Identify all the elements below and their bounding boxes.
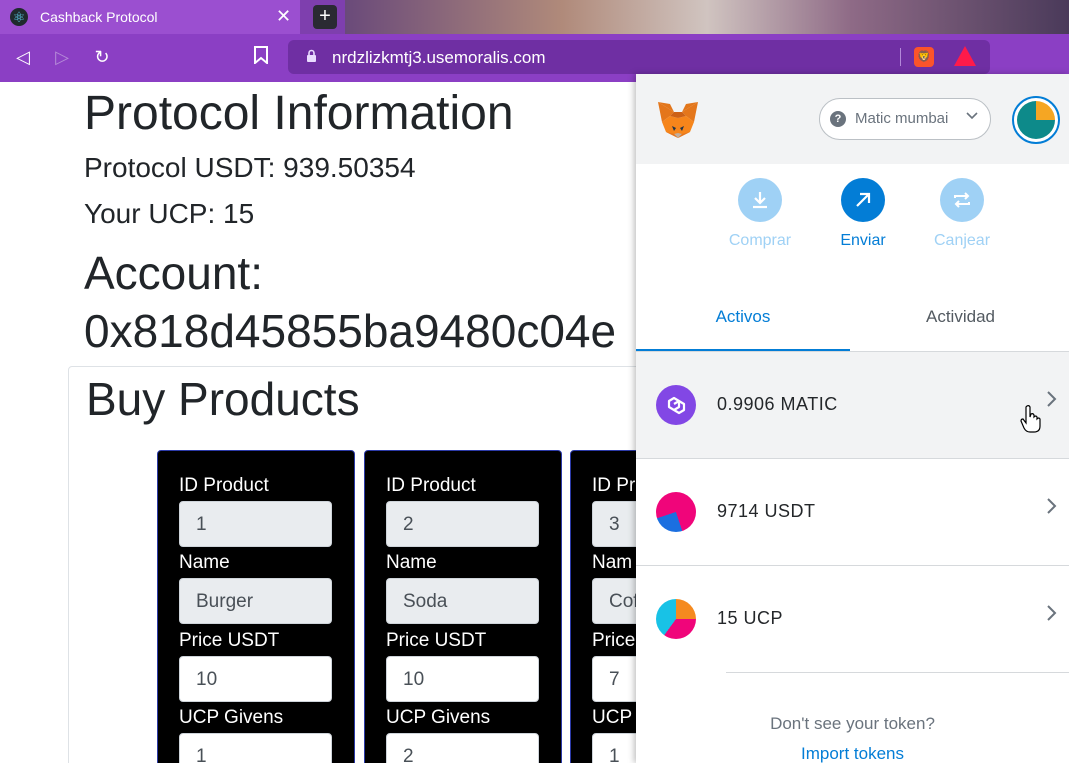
asset-list-divider [726, 672, 1069, 673]
buy-label: Comprar [728, 232, 792, 249]
tab-strip: ⚛ Cashback Protocol ✕ + [0, 0, 1069, 34]
wallet-actions: Comprar Enviar Canjear [636, 164, 1069, 264]
price-usdt-label: Price USDT [179, 630, 280, 651]
id-product-label: ID Product [386, 475, 476, 496]
name-field[interactable]: Soda [386, 578, 539, 624]
price-usdt-field[interactable]: 10 [386, 656, 539, 702]
download-icon [738, 178, 782, 222]
name-label: Nam [592, 552, 633, 573]
id-product-label: ID Product [179, 475, 269, 496]
chevron-right-icon [1046, 604, 1058, 628]
network-help-icon: ? [830, 111, 846, 127]
chevron-down-icon [965, 108, 979, 125]
account-label: Account: [84, 247, 263, 299]
your-ucp-text: Your UCP: 15 [84, 198, 255, 229]
buy-products-title: Buy Products [86, 373, 360, 425]
swap-button[interactable]: Canjear [917, 178, 1007, 258]
import-tokens-link[interactable]: Import tokens [636, 744, 1069, 763]
name-field[interactable]: Burger [179, 578, 332, 624]
network-name: Matic mumbai [855, 110, 949, 127]
chevron-right-icon [1046, 497, 1058, 521]
ucp-givens-field[interactable]: 1 [179, 733, 332, 763]
new-tab-button[interactable]: + [313, 5, 337, 29]
matic-icon [656, 385, 696, 425]
ucp-givens-label: UCP Givens [386, 707, 491, 728]
asset-row-ucp[interactable]: 15 UCP [636, 566, 1069, 672]
lock-icon [306, 49, 317, 66]
swap-label: Canjear [933, 232, 991, 249]
metamask-header: ? Matic mumbai [636, 74, 1069, 164]
bookmark-glyph [254, 46, 268, 66]
metamask-popup: ? Matic mumbai Comprar Enviar Canjear Ac… [636, 74, 1069, 763]
asset-amount: 15 UCP [717, 608, 784, 628]
asset-row-usdt[interactable]: 9714 USDT [636, 459, 1069, 566]
ucp-givens-field[interactable]: 2 [386, 733, 539, 763]
hand-cursor-icon [1020, 405, 1041, 433]
network-selector[interactable]: ? Matic mumbai [819, 98, 991, 140]
asset-amount: 9714 USDT [717, 501, 816, 521]
account-avatar[interactable] [1012, 96, 1060, 144]
price-usdt-label: Price USDT [386, 630, 487, 651]
name-label: Name [179, 552, 230, 573]
tab-assets-label: Activos [715, 307, 771, 326]
jazzicon [1017, 101, 1055, 139]
tab-activity[interactable]: Actividad [852, 289, 1069, 349]
swap-icon [940, 178, 984, 222]
id-product-field[interactable]: 2 [386, 501, 539, 547]
name-label: Name [386, 552, 437, 573]
send-label: Enviar [840, 232, 886, 249]
browser-tab[interactable]: ⚛ Cashback Protocol ✕ [0, 0, 300, 34]
ucp-givens-label: UCP [592, 707, 633, 728]
chevron-right-icon [1046, 390, 1058, 414]
react-favicon-icon: ⚛ [10, 8, 28, 26]
close-tab-icon[interactable]: ✕ [276, 6, 291, 26]
dont-see-token-text: Don't see your token? [770, 714, 935, 733]
metamask-fox-icon[interactable] [656, 100, 700, 140]
reload-icon[interactable]: ↻ [91, 46, 113, 68]
tab-title: Cashback Protocol [40, 9, 158, 25]
price-usdt-label: Price [592, 630, 636, 651]
address-bar-divider [900, 48, 901, 66]
asset-amount: 0.9906 MATIC [717, 394, 838, 414]
tab-strip-background [345, 0, 1069, 34]
tab-activity-label: Actividad [926, 307, 995, 326]
usdt-jazzicon [656, 492, 696, 532]
arrow-up-right-icon [841, 178, 885, 222]
forward-icon[interactable]: ▷ [51, 46, 73, 68]
ucp-givens-label: UCP Givens [179, 707, 284, 728]
send-button[interactable]: Enviar [818, 178, 908, 258]
tab-assets[interactable]: Activos [636, 289, 850, 351]
page-title: Protocol Information [84, 87, 514, 140]
bookmark-icon[interactable] [250, 46, 272, 68]
price-usdt-field[interactable]: 10 [179, 656, 332, 702]
protocol-usdt-text: Protocol USDT: 939.50354 [84, 152, 416, 183]
product-card: ID Product 2 Name Soda Price USDT 10 UCP… [364, 450, 562, 763]
product-card: ID Product 1 Name Burger Price USDT 10 U… [157, 450, 355, 763]
asset-row-matic[interactable]: 0.9906 MATIC [636, 352, 1069, 459]
ucp-jazzicon [656, 599, 696, 639]
brave-rewards-icon[interactable] [954, 46, 976, 66]
address-bar[interactable]: nrdzlizkmtj3.usemoralis.com 🦁 [288, 40, 990, 74]
id-product-field[interactable]: 1 [179, 501, 332, 547]
back-icon[interactable]: ◁ [12, 46, 34, 68]
buy-button[interactable]: Comprar [715, 178, 805, 258]
wallet-tabs: Activos Actividad [636, 289, 1069, 352]
url-text: nrdzlizkmtj3.usemoralis.com [332, 48, 546, 67]
account-address: 0x818d45855ba9480c04e [84, 305, 617, 357]
brave-shields-icon[interactable]: 🦁 [914, 47, 934, 67]
